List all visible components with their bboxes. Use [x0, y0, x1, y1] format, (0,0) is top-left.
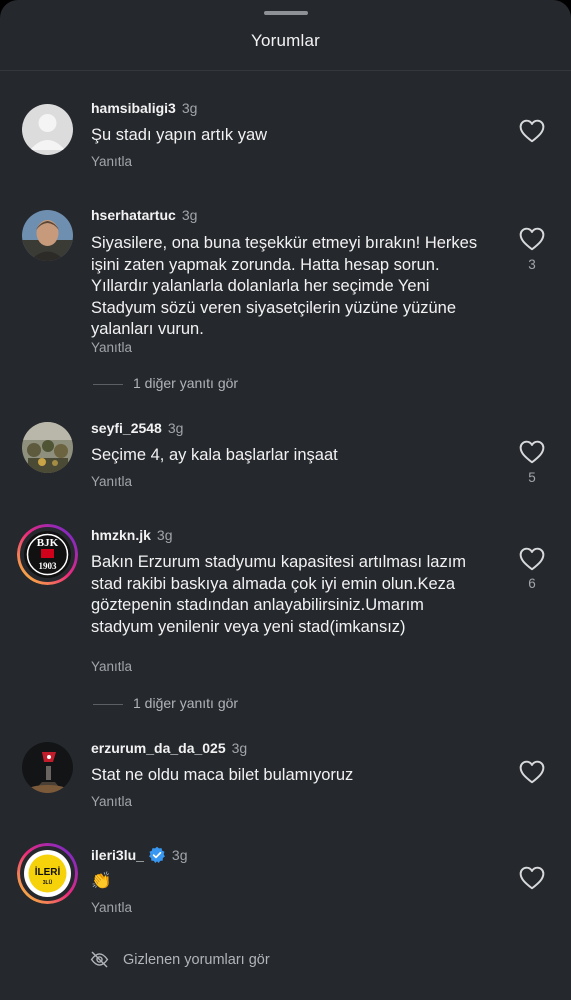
timestamp: 3g [171, 847, 188, 863]
heart-icon[interactable] [519, 547, 545, 571]
comments-sheet: Yorumlar hamsibaligi3 3g Şu stadı yapın a… [0, 0, 571, 1000]
hidden-comments-label: Gizlenen yorumları gör [123, 952, 270, 968]
reply-button[interactable]: Yanıtla [91, 900, 132, 915]
heart-icon[interactable] [519, 866, 545, 890]
comment-text: 👏 [91, 872, 112, 890]
comment-text: Şu stadı yapın artık yaw [91, 126, 268, 144]
comment-header: hmzkn.jk 3g [91, 527, 172, 543]
comment-text: Bakın Erzurum stadyumu kapasitesi artılm… [91, 553, 467, 636]
drag-handle[interactable] [264, 11, 308, 15]
comment-header: hserhatartuc 3g [91, 207, 197, 223]
avatar-logo-main: İLERİ [35, 865, 61, 878]
avatar-logo-letters: BJK [37, 537, 59, 549]
heart-icon[interactable] [519, 440, 545, 464]
comment-text: Siyasilere, ona buna teşekkür etmeyi bır… [91, 234, 478, 338]
avatar[interactable] [22, 742, 73, 793]
avatar-logo-sub: 3LÜ [43, 879, 53, 886]
timestamp: 3g [167, 420, 184, 436]
like-count: 5 [528, 470, 536, 485]
username[interactable]: hamsibaligi3 [91, 100, 176, 116]
view-hidden-comments[interactable]: Gizlenen yorumları gör [90, 950, 270, 969]
verified-badge-icon [149, 846, 165, 864]
more-replies-label: 1 diğer yanıtı gör [133, 375, 239, 391]
view-more-replies[interactable]: 1 diğer yanıtı gör [93, 695, 238, 711]
timestamp: 3g [181, 100, 198, 116]
reply-button[interactable]: Yanıtla [91, 340, 132, 355]
timestamp: 3g [231, 740, 248, 756]
comment-header: ileri3lu_ 3g [91, 846, 188, 864]
comment-header: erzurum_da_da_025 3g [91, 740, 247, 756]
comment-text: Stat ne oldu maca bilet bulamıyoruz [91, 766, 354, 784]
heart-icon[interactable] [519, 119, 545, 143]
eye-off-icon [90, 951, 109, 968]
replies-line [93, 383, 123, 385]
replies-line [93, 703, 123, 705]
username[interactable]: ileri3lu_ [91, 847, 144, 863]
avatar[interactable] [22, 422, 73, 473]
reply-button[interactable]: Yanıtla [91, 154, 132, 169]
timestamp: 3g [181, 207, 198, 223]
heart-icon[interactable] [519, 227, 545, 251]
reply-button[interactable]: Yanıtla [91, 659, 132, 674]
username[interactable]: seyfi_2548 [91, 420, 162, 436]
like-count: 3 [528, 257, 536, 272]
avatar-logo-year: 1903 [39, 561, 58, 571]
avatar[interactable]: İLERİ 3LÜ [17, 843, 78, 904]
avatar[interactable] [22, 210, 73, 261]
more-replies-label: 1 diğer yanıtı gör [133, 695, 239, 711]
comment-text: Seçime 4, ay kala başlarlar inşaat [91, 446, 338, 464]
like-count: 6 [528, 576, 536, 591]
username[interactable]: erzurum_da_da_025 [91, 740, 226, 756]
page-title: Yorumlar [250, 31, 320, 50]
username[interactable]: hmzkn.jk [91, 527, 151, 543]
reply-button[interactable]: Yanıtla [91, 794, 132, 809]
comment-header: hamsibaligi3 3g [91, 100, 197, 116]
heart-icon[interactable] [519, 760, 545, 784]
avatar[interactable] [22, 104, 73, 155]
avatar[interactable]: BJK 1903 [17, 524, 78, 585]
timestamp: 3g [156, 527, 173, 543]
comment-header: seyfi_2548 3g [91, 420, 183, 436]
username[interactable]: hserhatartuc [91, 207, 176, 223]
header-divider [0, 70, 571, 71]
reply-button[interactable]: Yanıtla [91, 474, 132, 489]
view-more-replies[interactable]: 1 diğer yanıtı gör [93, 375, 238, 391]
